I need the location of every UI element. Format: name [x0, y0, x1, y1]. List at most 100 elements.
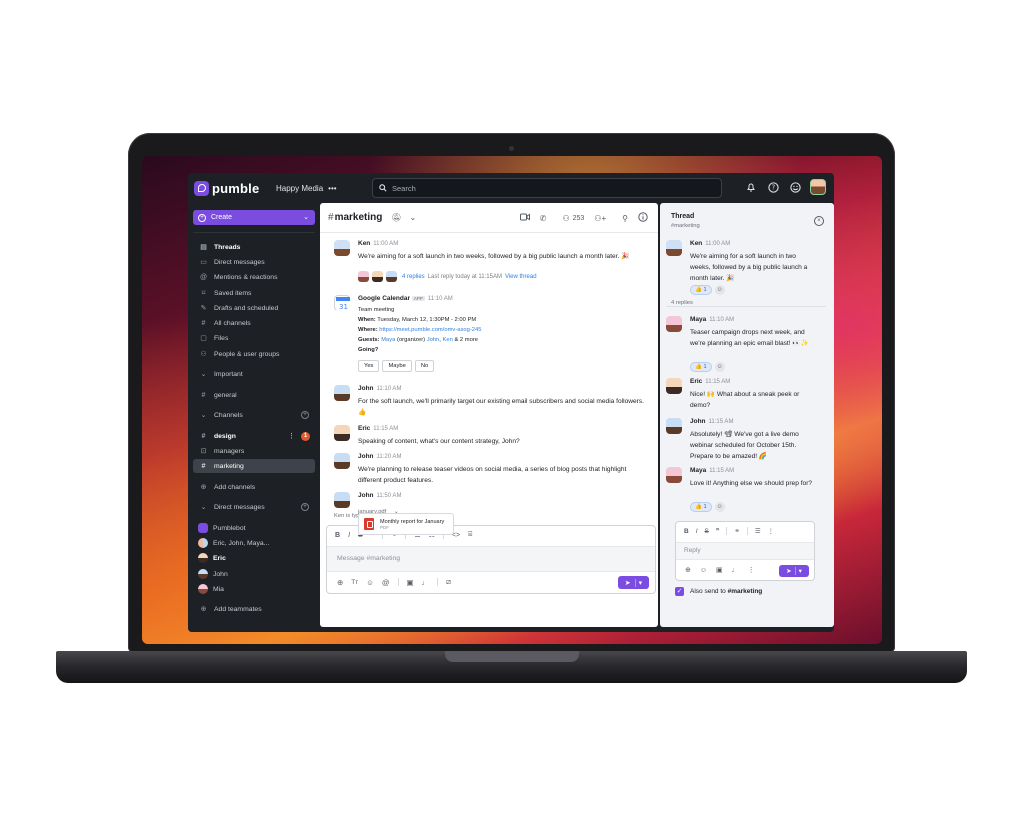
checkbox-checked-icon[interactable]: ✓	[675, 587, 684, 596]
eric-avatar	[666, 378, 682, 394]
reply-avatar	[358, 271, 369, 282]
channel-marketing[interactable]: # marketing	[193, 459, 315, 473]
reaction-thumbs-up[interactable]: 👍 1	[690, 502, 712, 512]
create-button[interactable]: + Create ⌄	[193, 210, 315, 225]
search-input[interactable]: Search	[372, 178, 722, 198]
microphone-icon[interactable]: ♩	[732, 567, 739, 574]
thread-channel[interactable]: #marketing	[671, 223, 700, 229]
more-options-icon[interactable]: ⋮	[768, 527, 775, 535]
chevron-down-icon[interactable]: ▾	[794, 567, 802, 575]
add-teammates-button[interactable]: ⊕ Add teammates	[193, 602, 315, 616]
status-emoji-icon[interactable]	[788, 180, 802, 194]
bold-icon[interactable]: B	[684, 528, 689, 535]
hash-icon: #	[201, 391, 206, 399]
add-attachment-icon[interactable]: ⊕	[337, 578, 343, 587]
section-direct-messages[interactable]: ⌄ Direct messages +	[193, 500, 315, 514]
channel-managers[interactable]: ⊡ managers	[193, 444, 315, 458]
slash-commands-icon[interactable]: ⧄	[446, 577, 451, 587]
sidebar-item-all-channels[interactable]: # All channels	[193, 316, 315, 330]
sidebar-item-direct-messages[interactable]: ▭ Direct messages	[193, 255, 315, 269]
message-input[interactable]: Message #marketing	[327, 546, 655, 572]
sidebar-item-mentions[interactable]: @ Mentions & reactions	[193, 270, 315, 284]
also-send-checkbox[interactable]: ✓ Also send to #marketing	[675, 587, 762, 596]
notifications-bell-icon[interactable]	[744, 180, 758, 194]
add-reaction-icon[interactable]: ☺	[714, 362, 725, 372]
sidebar-item-drafts[interactable]: ✎ Drafts and scheduled	[193, 301, 315, 315]
emoji-icon[interactable]: ☺	[366, 578, 374, 587]
info-icon[interactable]	[638, 212, 648, 224]
thread-replies-summary[interactable]: 4 replies Last reply today at 11:15AM Vi…	[358, 271, 537, 282]
members-button[interactable]: ⚇ 253	[562, 214, 584, 223]
video-message-icon[interactable]: ▣	[407, 578, 414, 587]
section-important[interactable]: ⌄ Important	[193, 367, 315, 381]
more-options-icon[interactable]: ⋮	[748, 566, 755, 574]
add-attachment-icon[interactable]: ⊕	[685, 566, 691, 574]
dm-eric[interactable]: Eric	[193, 551, 315, 565]
add-channel-icon[interactable]: +	[301, 411, 309, 419]
dm-label: Pumblebot	[213, 524, 246, 532]
link-icon[interactable]: ⚭	[734, 527, 739, 535]
dm-john[interactable]: John	[193, 567, 315, 581]
quote-icon[interactable]: ❞	[716, 527, 720, 535]
chevron-down-icon[interactable]: ⌄	[410, 213, 417, 222]
direct-messages-icon: ▭	[200, 259, 207, 266]
file-attachment[interactable]: Monthly report for January PDF	[358, 513, 454, 535]
dm-mia[interactable]: Mia	[193, 582, 315, 596]
at-icon: @	[199, 273, 208, 281]
strikethrough-icon[interactable]: S	[705, 528, 709, 535]
add-reaction-icon[interactable]: ☺	[714, 285, 725, 295]
event-title[interactable]: Team meeting	[358, 306, 394, 315]
code-block-icon[interactable]: ⌸	[468, 531, 472, 539]
user-avatar[interactable]	[810, 179, 826, 195]
laptop-mockup: pumble Happy Media ••• Search ? + Create…	[0, 0, 1024, 823]
rsvp-yes-button[interactable]: Yes	[358, 360, 380, 372]
add-member-icon[interactable]: ⚇+	[594, 214, 606, 223]
replies-count[interactable]: 4 replies	[402, 274, 425, 280]
send-button[interactable]: ➤ ▾	[779, 565, 809, 577]
view-thread-link[interactable]: View thread	[505, 274, 537, 280]
message-time: 11:15 AM	[373, 426, 399, 432]
mute-bell-icon[interactable]: 🔕︎	[391, 213, 401, 222]
mention-icon[interactable]: @	[382, 578, 390, 587]
add-dm-icon[interactable]: +	[301, 503, 309, 511]
phone-call-icon[interactable]: ✆	[540, 214, 547, 223]
channel-design[interactable]: # design ⋮ 1	[193, 429, 315, 443]
channel-general[interactable]: # general	[193, 388, 315, 402]
bold-icon[interactable]: B	[335, 532, 340, 539]
section-channels[interactable]: ⌄ Channels +	[193, 408, 315, 422]
emoji-icon[interactable]: ☺	[700, 567, 707, 574]
video-message-icon[interactable]: ▣	[716, 566, 723, 574]
hash-icon: #	[201, 462, 206, 470]
video-call-icon[interactable]	[519, 213, 530, 223]
pumble-logo[interactable]: pumble	[194, 180, 274, 196]
send-button[interactable]: ➤ ▾	[618, 576, 649, 589]
add-reaction-icon[interactable]: ☺	[714, 502, 725, 512]
dm-group[interactable]: Eric, John, Maya...	[193, 536, 315, 550]
meeting-link[interactable]: https://meet.pumble.com/omv-asog-245	[379, 327, 481, 333]
close-icon[interactable]: ×	[814, 216, 824, 226]
sidebar-item-files[interactable]: ▢ Files	[193, 331, 315, 345]
channel-title[interactable]: #marketing	[328, 212, 382, 223]
microphone-icon[interactable]: ♩	[422, 578, 430, 587]
also-send-label: Also send to #marketing	[690, 588, 763, 595]
sidebar-divider	[193, 232, 315, 233]
dm-pumblebot[interactable]: Pumblebot	[193, 521, 315, 535]
rsvp-no-button[interactable]: No	[414, 360, 435, 372]
italic-icon[interactable]: I	[696, 528, 698, 535]
numbered-list-icon[interactable]: ☰	[755, 527, 761, 535]
rsvp-maybe-button[interactable]: Maybe	[382, 360, 412, 372]
sidebar-item-people[interactable]: ⚇ People & user groups	[193, 347, 315, 361]
add-channels-button[interactable]: ⊕ Add channels	[193, 480, 315, 494]
reaction-thumbs-up[interactable]: 👍 1	[690, 285, 712, 295]
help-icon[interactable]: ?	[766, 180, 780, 194]
sidebar-item-saved[interactable]: ⌑ Saved items	[193, 286, 315, 300]
more-options-icon[interactable]: ⋮	[288, 432, 295, 440]
italic-icon[interactable]: I	[348, 532, 350, 539]
text-format-icon[interactable]: Tт	[351, 579, 358, 586]
pin-icon[interactable]: ⚲	[622, 214, 628, 223]
workspace-switcher[interactable]: Happy Media •••	[276, 184, 337, 193]
reply-input[interactable]: Reply	[676, 542, 814, 560]
chevron-down-icon[interactable]: ▾	[634, 578, 642, 587]
sidebar-item-threads[interactable]: ▤ Threads	[193, 240, 315, 254]
reaction-thumbs-up[interactable]: 👍 1	[690, 362, 712, 372]
